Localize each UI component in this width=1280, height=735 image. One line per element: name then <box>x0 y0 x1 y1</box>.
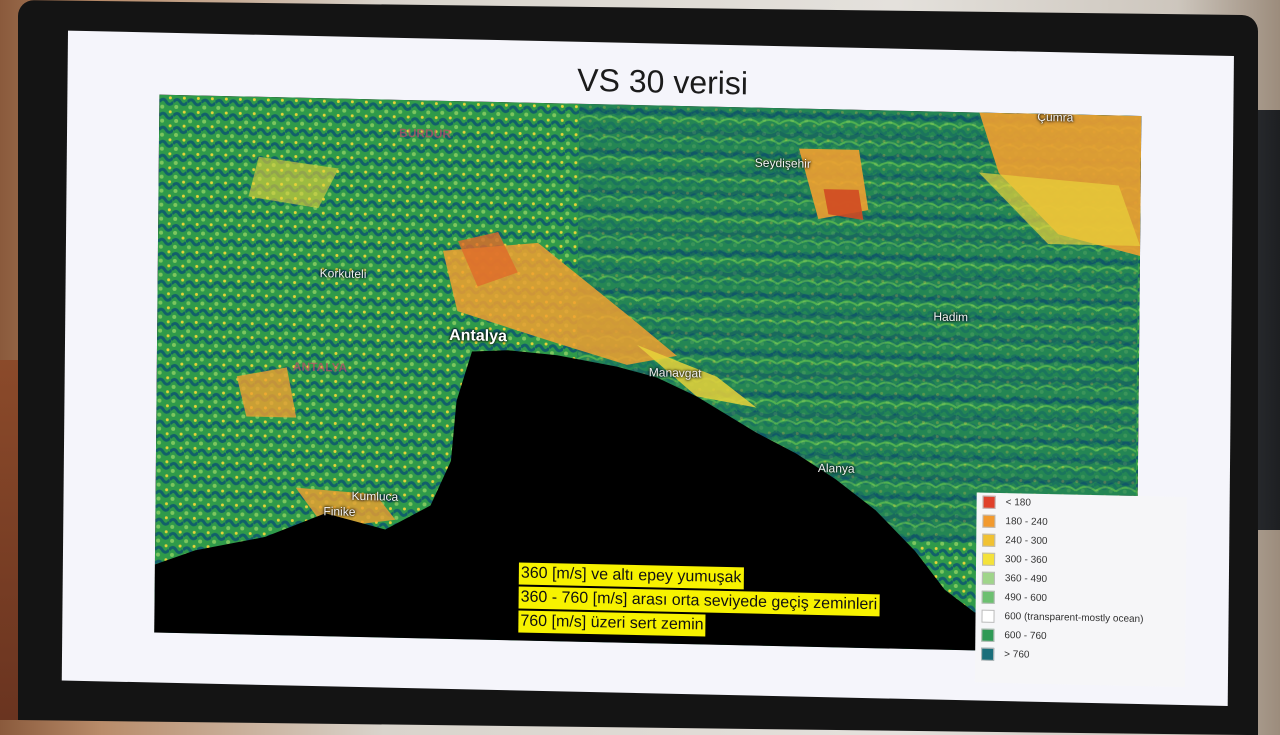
map-label-finike: Finike <box>323 504 356 519</box>
map-label-seydisehir: Seydişehir <box>754 155 811 171</box>
legend-label: < 180 <box>1005 497 1031 509</box>
map-label-alanya: Alanya <box>817 460 855 476</box>
annotation-notes: 360 [m/s] ve altı epey yumuşak 360 - 760… <box>518 562 880 642</box>
map-label-antalya: Antalya <box>449 326 508 346</box>
map-label-korkuteli: Korkuteli <box>319 266 367 282</box>
legend-label: 360 - 490 <box>1004 573 1048 585</box>
legend-swatch <box>981 647 995 661</box>
note-hard-soil: 760 [m/s] üzeri sert zemin <box>518 610 706 637</box>
legend-label: 240 - 300 <box>1005 535 1048 548</box>
legend-label: 600 - 760 <box>1004 630 1047 642</box>
legend-label: 300 - 360 <box>1005 554 1048 567</box>
legend-swatch <box>981 628 995 642</box>
map-label-antalya-region: ANTALYA <box>292 359 348 375</box>
legend-item: > 760 <box>975 644 1185 668</box>
legend-label: 600 (transparent-mostly ocean) <box>1004 611 1144 626</box>
legend-swatch <box>981 571 995 585</box>
presentation-slide: VS 30 verisi BURDUR Çumra Seydişehir Kor… <box>61 30 1234 706</box>
map-label-hadim: Hadim <box>933 309 969 325</box>
legend-label: > 760 <box>1004 649 1030 661</box>
map-label-manavgat: Manavgat <box>648 365 702 381</box>
vs30-legend: < 180 180 - 240 240 - 300 300 - 360 360 … <box>974 492 1187 688</box>
legend-swatch <box>982 514 996 528</box>
legend-swatch <box>982 533 996 547</box>
map-label-cumra: Çumra <box>1037 109 1074 125</box>
map-label-burdur: BURDUR <box>399 125 452 141</box>
legend-swatch <box>982 495 996 509</box>
legend-label: 180 - 240 <box>1005 516 1048 529</box>
legend-swatch <box>982 552 996 566</box>
monitor-bezel: VS 30 verisi BURDUR Çumra Seydişehir Kor… <box>18 0 1258 735</box>
legend-swatch <box>981 609 995 623</box>
map-label-kumluca: Kumluca <box>351 488 399 504</box>
note-soft-soil: 360 [m/s] ve altı epey yumuşak <box>518 562 744 590</box>
legend-swatch <box>981 590 995 604</box>
legend-label: 490 - 600 <box>1004 592 1048 604</box>
